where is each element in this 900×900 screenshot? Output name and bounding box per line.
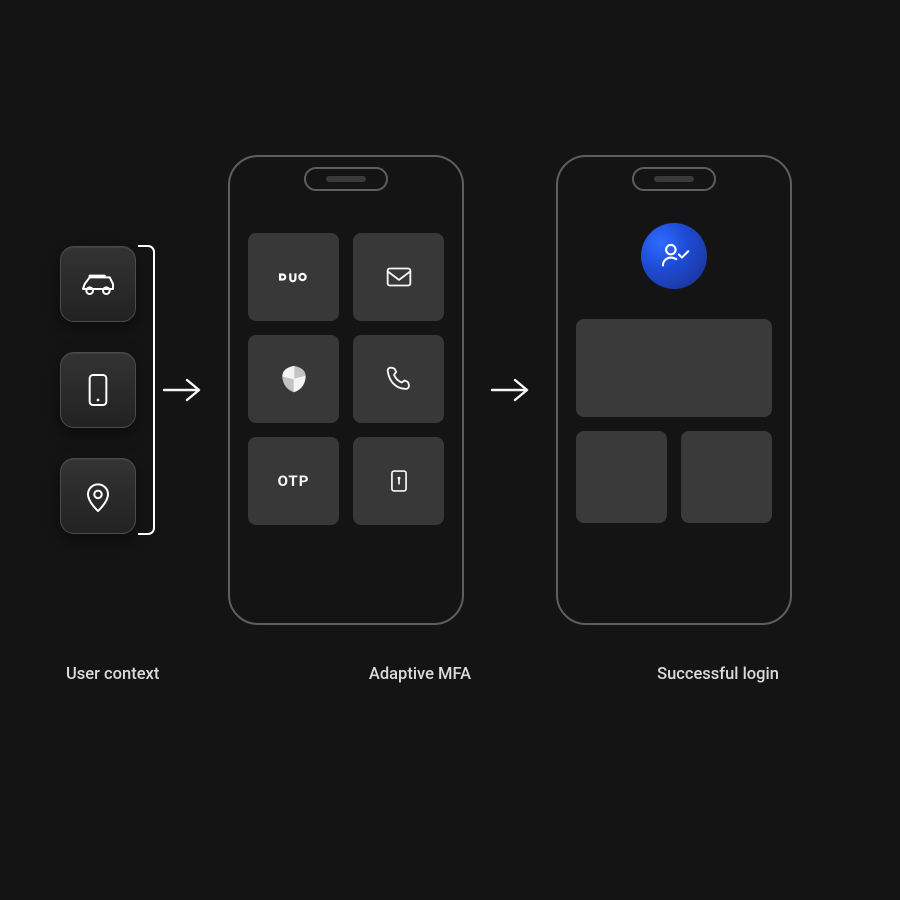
mobile-icon bbox=[78, 370, 118, 410]
shield-icon bbox=[277, 362, 311, 396]
email-icon bbox=[382, 260, 416, 294]
phone-call-icon bbox=[382, 362, 416, 396]
content-placeholder-small bbox=[576, 431, 667, 523]
context-card-location bbox=[60, 458, 136, 534]
car-icon bbox=[78, 264, 118, 304]
avatar-verified bbox=[641, 223, 707, 289]
otp-label: OTP bbox=[278, 472, 310, 490]
phone-notch bbox=[632, 167, 716, 191]
arrow-1 bbox=[154, 375, 210, 405]
label-user-context: User context bbox=[60, 665, 240, 684]
group-bracket bbox=[136, 240, 156, 540]
label-successful-login: Successful login bbox=[600, 665, 836, 684]
mfa-tile-keypad bbox=[353, 437, 444, 525]
mfa-tile-shield bbox=[248, 335, 339, 423]
mfa-options-grid: OTP bbox=[248, 233, 444, 525]
user-context-column bbox=[60, 246, 136, 534]
content-placeholder-row bbox=[576, 431, 772, 523]
context-card-car bbox=[60, 246, 136, 322]
diagram-stage: OTP bbox=[60, 155, 860, 625]
mfa-tile-email bbox=[353, 233, 444, 321]
arrow-2 bbox=[482, 375, 538, 405]
content-placeholder-small bbox=[681, 431, 772, 523]
mfa-tile-duo bbox=[248, 233, 339, 321]
context-card-mobile bbox=[60, 352, 136, 428]
keypad-lock-icon bbox=[382, 464, 416, 498]
duo-logo-icon bbox=[277, 260, 311, 294]
mfa-tile-otp: OTP bbox=[248, 437, 339, 525]
content-placeholder-large bbox=[576, 319, 772, 417]
phone-notch bbox=[304, 167, 388, 191]
label-adaptive-mfa: Adaptive MFA bbox=[302, 665, 538, 684]
arrow-right-icon bbox=[161, 375, 203, 405]
mfa-tile-phone-call bbox=[353, 335, 444, 423]
phone-adaptive-mfa: OTP bbox=[228, 155, 464, 625]
user-check-icon bbox=[655, 237, 693, 275]
location-pin-icon bbox=[78, 476, 118, 516]
arrow-right-icon bbox=[489, 375, 531, 405]
section-labels: User context Adaptive MFA Successful log… bbox=[60, 665, 860, 684]
phone-successful-login bbox=[556, 155, 792, 625]
